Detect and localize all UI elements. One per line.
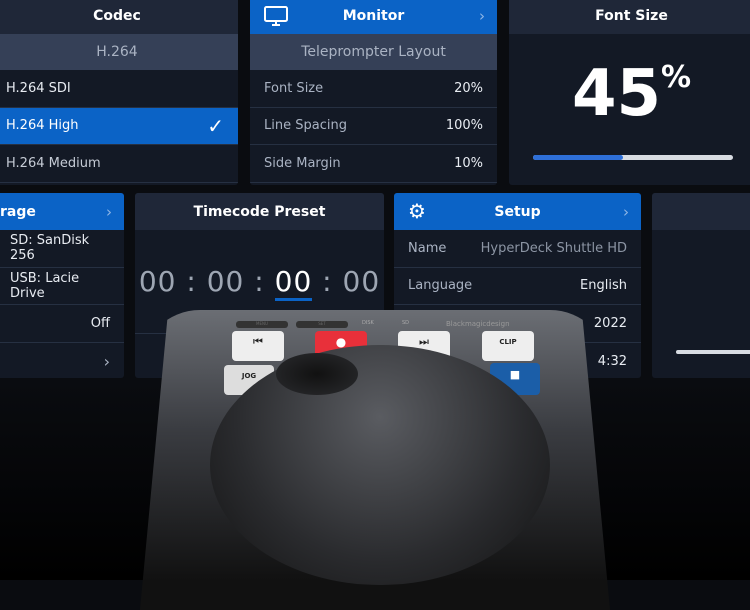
chevron-right-icon: ›	[106, 202, 112, 221]
setup-row[interactable]: Name HyperDeck Shuttle HD	[394, 230, 641, 268]
row-value: USB: Lacie Drive	[10, 270, 80, 301]
jog-wheel-dimple	[276, 353, 358, 395]
partial-panel	[652, 193, 750, 378]
font-size-readout: 45%	[509, 57, 750, 131]
codec-item-selected[interactable]: H.264 High ✓	[0, 107, 238, 145]
setup-row[interactable]: Language English	[394, 268, 641, 305]
storage-panel: rage › SD: SanDisk 256 USB: Lacie Drive O…	[0, 193, 124, 378]
chevron-right-icon: ›	[479, 6, 485, 25]
codec-item-label: H.264 High	[6, 118, 79, 134]
codec-item-label: H.264 SDI	[6, 80, 71, 96]
partial-header	[652, 193, 750, 230]
row-value: English	[580, 278, 627, 294]
storage-row[interactable]: ›	[0, 343, 124, 379]
font-size-slider[interactable]	[533, 155, 733, 160]
row-value: Off	[90, 315, 110, 331]
row-value: 100%	[445, 118, 483, 134]
font-size-header: Font Size	[509, 0, 750, 34]
codec-header: Codec	[0, 0, 238, 34]
timecode-value[interactable]: 00 : 00 : 00 : 00	[135, 265, 384, 301]
storage-row[interactable]: USB: Lacie Drive	[0, 268, 124, 305]
tc-hours[interactable]: 00	[139, 265, 177, 298]
codec-current: H.264	[0, 34, 238, 70]
setup-title: Setup	[494, 203, 541, 220]
font-size-unit: %	[661, 60, 692, 95]
monitor-icon	[264, 5, 288, 26]
storage-header[interactable]: rage ›	[0, 193, 124, 230]
codec-item[interactable]: H.264 Medium	[0, 145, 238, 183]
prev-button[interactable]: ⏮	[232, 331, 284, 361]
jog-wheel[interactable]	[210, 345, 550, 585]
row-value: 20%	[454, 80, 483, 96]
row-value: HyperDeck Shuttle HD	[480, 240, 627, 256]
timecode-header: Timecode Preset	[135, 193, 384, 230]
tc-sep: :	[254, 265, 265, 298]
row-value: 10%	[454, 155, 483, 171]
row-value: SD: SanDisk 256	[10, 233, 90, 264]
clip-button[interactable]: CLIP	[482, 331, 534, 361]
monitor-panel: Monitor › Teleprompter Layout Font Size 2…	[250, 0, 497, 185]
tc-sep: :	[322, 265, 333, 298]
monitor-subtitle: Teleprompter Layout	[250, 34, 497, 70]
disk-led: DISK	[362, 320, 374, 326]
tc-seconds-active[interactable]: 00	[274, 265, 313, 301]
codec-item[interactable]: H.264 SDI	[0, 70, 238, 108]
slider[interactable]	[676, 350, 750, 354]
set-button[interactable]: SET	[296, 321, 348, 328]
storage-title: rage	[0, 203, 36, 220]
chevron-right-icon: ›	[623, 202, 629, 221]
setup-header[interactable]: ⚙ Setup ›	[394, 193, 641, 230]
sd-led: SD	[402, 320, 410, 326]
tc-minutes[interactable]: 00	[207, 265, 245, 298]
storage-row[interactable]: SD: SanDisk 256	[0, 230, 124, 268]
storage-row[interactable]: Off	[0, 305, 124, 343]
font-size-value: 45	[571, 57, 661, 131]
row-label: Line Spacing	[264, 118, 347, 134]
monitor-row[interactable]: Side Margin 10%	[250, 145, 497, 183]
tc-sep: :	[186, 265, 197, 298]
row-label: Language	[408, 278, 473, 294]
chevron-right-icon: ›	[103, 351, 110, 371]
row-label: Name	[408, 240, 447, 256]
monitor-header[interactable]: Monitor ›	[250, 0, 497, 34]
codec-panel: Codec H.264 H.264 SDI H.264 High ✓ H.264 …	[0, 0, 238, 185]
row-label: Font Size	[264, 80, 324, 96]
font-size-panel: Font Size 45%	[509, 0, 750, 185]
gear-icon: ⚙	[408, 199, 426, 223]
menu-button[interactable]: MENU	[236, 321, 288, 328]
monitor-row[interactable]: Font Size 20%	[250, 70, 497, 108]
monitor-title: Monitor	[342, 7, 405, 24]
codec-item-label: H.264 Medium	[6, 155, 101, 171]
brand-logo: Blackmagicdesign	[446, 320, 510, 328]
row-label: Side Margin	[264, 155, 341, 171]
slider-fill	[533, 155, 623, 160]
monitor-row[interactable]: Line Spacing 100%	[250, 108, 497, 145]
check-icon: ✓	[207, 113, 224, 138]
tc-frames[interactable]: 00	[343, 265, 381, 298]
shuttle-device: MENU SET DISK SD Blackmagicdesign ⏮ ● ⏭ …	[140, 310, 610, 610]
